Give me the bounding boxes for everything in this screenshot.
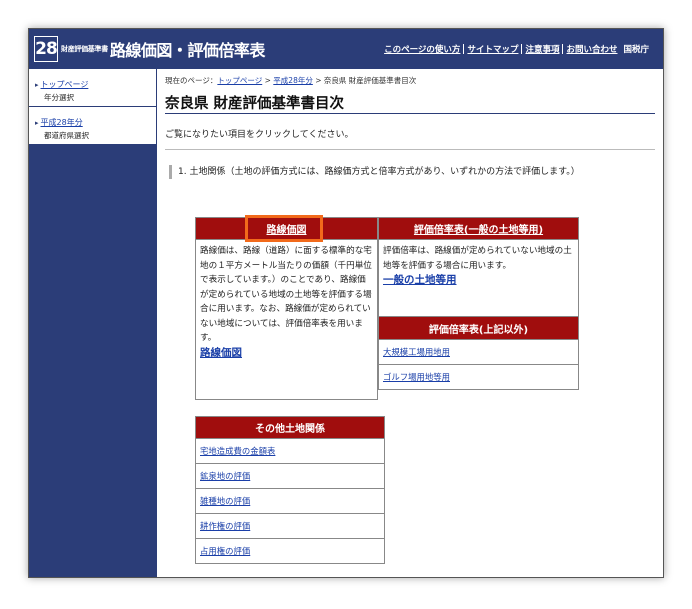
bairitsu-description: 評価倍率は、路線価が定められていない地域の土地等を評価する場合に用います。 [383,246,572,271]
breadcrumb-link-year[interactable]: 平成28年分 [273,76,313,85]
logo-subtitle: 財産評価基準書 [61,45,108,53]
header-link-usage[interactable]: このページの使い方 [384,43,460,55]
other-link-3[interactable]: 耕作権の評価 [200,520,250,532]
logo-year-box: 28 [34,36,58,62]
golf-course-link[interactable]: ゴルフ場用地等用 [383,371,450,383]
sidebar: ▸ トップページ 年分選択 ▸ 平成28年分 都道府県選択 [29,69,157,577]
agency-name: 国税庁 [623,45,649,55]
rosen-description-cell: 路線価は、路線（道路）に面する標準的な宅地の１平方メートル当たりの価額（千円単位… [195,240,378,400]
header-link-sitemap[interactable]: サイトマップ [467,43,518,55]
header-links: このページの使い方 サイトマップ 注意事項 お問い合わせ 国税庁 [384,43,649,55]
divider [521,44,523,54]
bairitsu-other-title: 評価倍率表(上記以外) [428,324,529,336]
other-link-1[interactable]: 鉱泉地の評価 [200,470,250,482]
bairitsu-header: 評価倍率表(一般の土地等用) [378,217,579,240]
bairitsu-description-cell: 評価倍率は、路線価が定められていない地域の土地等を評価する場合に用います。 一般… [378,240,579,317]
intro-text: ご覧になりたい項目をクリックしてください。 [165,130,354,140]
header-link-notes[interactable]: 注意事項 [525,43,559,55]
rosen-map-link[interactable]: 路線価図 [200,347,242,359]
breadcrumb-prefix: 現在のページ： [165,76,218,85]
other-land-title: その他土地関係 [255,424,325,435]
bullet-arrow-icon: ▸ [35,119,39,127]
other-link-4[interactable]: 占用権の評価 [200,545,250,557]
logo-title: 路線価図・評価倍率表 [109,41,266,60]
logo-number: 28 [35,39,58,59]
bairitsu-panel: 評価倍率表(一般の土地等用) 評価倍率は、路線価が定められていない地域の土地等を… [378,217,579,390]
sidebar-item-sub: 都道府県選択 [44,131,89,140]
breadcrumb: 現在のページ：トップページ > 平成28年分 > 奈良県 財産評価基準書目次 [165,75,416,86]
sidebar-item-sub: 年分選択 [44,93,74,102]
bairitsu-other-header: 評価倍率表(上記以外) [378,317,579,340]
breadcrumb-separator: > [315,76,322,85]
list-item: 鉱泉地の評価 [195,464,385,489]
site-header: 28 財産評価基準書 路線価図・評価倍率表 このページの使い方 サイトマップ 注… [29,29,663,69]
breadcrumb-separator: > [264,76,271,85]
title-divider [165,113,655,114]
bullet-arrow-icon: ▸ [35,81,39,89]
general-land-link[interactable]: 一般の土地等用 [383,274,457,286]
breadcrumb-current: 奈良県 財産評価基準書目次 [323,76,417,85]
list-item: 占用権の評価 [195,539,385,564]
breadcrumb-link-top[interactable]: トップページ [217,76,262,85]
other-land-header: その他土地関係 [195,416,385,439]
sidebar-item-top: ▸ トップページ 年分選択 [29,69,156,107]
page-title: 奈良県 財産評価基準書目次 [165,96,345,112]
sidebar-link-year[interactable]: 平成28年分 [41,118,83,127]
browser-frame: 28 財産評価基準書 路線価図・評価倍率表 このページの使い方 サイトマップ 注… [28,28,664,578]
list-item: ゴルフ場用地等用 [378,365,579,390]
divider [562,44,564,54]
sidebar-link-top[interactable]: トップページ [41,80,89,89]
intro-divider [165,149,655,150]
list-item: 大規模工場用地用 [378,340,579,365]
main-content: 現在のページ：トップページ > 平成28年分 > 奈良県 財産評価基準書目次 奈… [157,69,663,577]
list-item: 耕作権の評価 [195,514,385,539]
large-factory-link[interactable]: 大規模工場用地用 [383,346,450,358]
rosen-header: 路線価図 [195,217,378,240]
list-item: 雑種地の評価 [195,489,385,514]
divider [463,44,465,54]
rosen-panel: 路線価図 路線価は、路線（道路）に面する標準的な宅地の１平方メートル当たりの価額… [195,217,378,400]
section-heading-land: 1. 土地関係（土地の評価方式には、路線価方式と倍率方式があり、いずれかの方法で… [169,165,653,179]
other-link-2[interactable]: 雑種地の評価 [200,495,250,507]
list-item: 宅地造成費の金額表 [195,439,385,464]
bairitsu-header-link[interactable]: 評価倍率表(一般の土地等用) [414,221,543,236]
header-link-contact[interactable]: お問い合わせ [566,43,617,55]
other-link-0[interactable]: 宅地造成費の金額表 [200,445,275,457]
rosen-description: 路線価は、路線（道路）に面する標準的な宅地の１平方メートル当たりの価額（千円単位… [200,246,372,343]
rosen-header-link[interactable]: 路線価図 [267,221,307,236]
other-land-panel: その他土地関係 宅地造成費の金額表 鉱泉地の評価 雑種地の評価 耕作権の評価 占… [195,416,385,564]
sidebar-item-year: ▸ 平成28年分 都道府県選択 [29,107,156,145]
